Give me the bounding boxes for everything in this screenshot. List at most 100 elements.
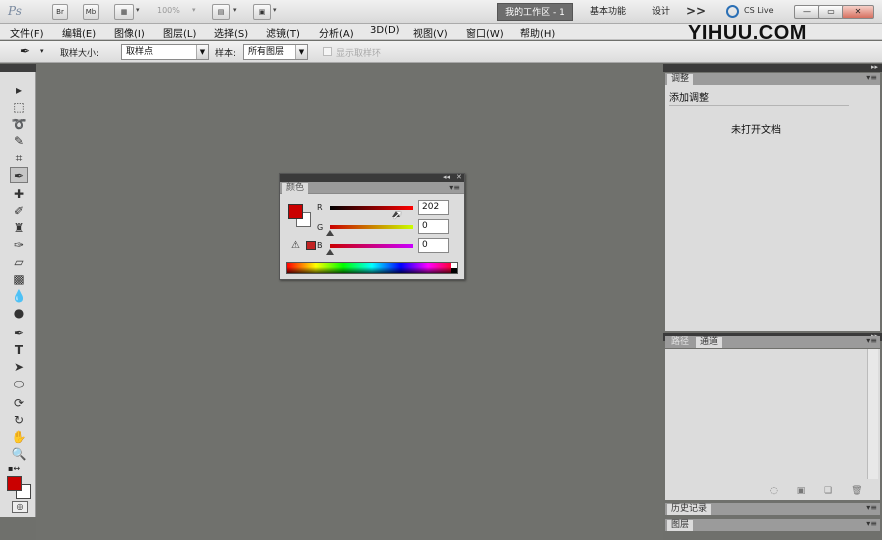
close-button[interactable]: ✕ <box>842 5 874 19</box>
expand-icon[interactable]: ▸▸ <box>871 63 878 71</box>
b-slider[interactable] <box>330 244 413 248</box>
healing-brush-icon[interactable]: ✚ <box>10 186 28 202</box>
clone-stamp-icon[interactable]: ♜ <box>10 220 28 236</box>
menu-select[interactable]: 选择(S) <box>214 25 248 40</box>
new-channel-icon[interactable]: ❏ <box>824 486 832 496</box>
panel-menu-icon[interactable]: ▾≡ <box>866 503 877 512</box>
close-icon[interactable]: ✕ <box>456 173 462 181</box>
foreground-color-swatch[interactable] <box>288 204 303 219</box>
tab-paths[interactable]: 路径 <box>667 337 693 348</box>
quick-mask-icon[interactable]: ◎ <box>12 501 28 513</box>
3d-orbit-icon[interactable]: ↻ <box>10 412 28 428</box>
menu-view[interactable]: 视图(V) <box>413 25 448 40</box>
cs-live-button[interactable]: CS Live <box>744 6 774 15</box>
r-value-field[interactable]: 202 <box>418 200 449 215</box>
workspace-design[interactable]: 设计 <box>646 3 676 21</box>
gamut-color-swatch[interactable] <box>306 241 316 250</box>
panel-menu-icon[interactable]: ▾≡ <box>449 183 460 192</box>
zoom-icon[interactable]: 🔍 <box>10 446 28 462</box>
g-slider[interactable] <box>330 225 413 229</box>
3d-rotate-icon[interactable]: ⟳ <box>10 395 28 411</box>
b-value-field[interactable]: 0 <box>418 238 449 253</box>
tab-color[interactable]: 颜色 <box>282 183 309 194</box>
minimize-button[interactable]: — <box>794 5 820 19</box>
history-brush-icon[interactable]: ✑ <box>10 237 28 253</box>
g-slider-thumb[interactable] <box>326 230 334 236</box>
screen-mode-icon[interactable]: ▣ <box>253 4 271 20</box>
tab-channels[interactable]: 通道 <box>696 337 723 348</box>
show-ring-checkbox[interactable] <box>323 47 332 56</box>
foreground-color-swatch[interactable] <box>7 476 22 491</box>
scrollbar[interactable] <box>867 349 878 479</box>
tab-layers[interactable]: 图层 <box>667 520 694 531</box>
restore-button[interactable]: ▭ <box>818 5 844 19</box>
panel-header[interactable]: ◂◂ ✕ <box>280 173 464 182</box>
menu-image[interactable]: 图像(I) <box>114 25 145 40</box>
tab-adjustments[interactable]: 调整 <box>667 74 694 85</box>
menu-layer[interactable]: 图层(L) <box>163 25 196 40</box>
sample-size-label: 取样大小: <box>60 49 100 59</box>
load-selection-icon[interactable]: ◌ <box>770 486 778 496</box>
blur-icon[interactable]: 💧 <box>10 288 28 304</box>
tool-preset-dropdown-icon[interactable]: ▾ <box>40 47 44 55</box>
panel-menu-icon[interactable]: ▾≡ <box>866 519 877 528</box>
type-icon[interactable]: T <box>10 342 28 358</box>
trash-icon[interactable]: 🗑 <box>851 486 862 496</box>
panel-tabbar: 颜色 ▾≡ <box>280 182 464 194</box>
hand-icon[interactable]: ✋ <box>10 429 28 445</box>
menu-file[interactable]: 文件(F) <box>10 25 44 40</box>
zoom-dropdown-icon[interactable]: ▾ <box>192 6 196 14</box>
menu-analysis[interactable]: 分析(A) <box>319 25 354 40</box>
b-slider-thumb[interactable] <box>326 249 334 255</box>
menu-edit[interactable]: 编辑(E) <box>62 25 96 40</box>
collapse-icon[interactable]: ◂◂ <box>443 173 450 181</box>
adjustments-panel: 添加调整 未打开文档 <box>665 85 880 331</box>
workspace-my-1[interactable]: 我的工作区 - 1 <box>497 3 573 21</box>
black-swatch[interactable] <box>451 268 457 273</box>
eyedropper-icon[interactable]: ✒ <box>10 167 28 183</box>
g-value-field[interactable]: 0 <box>418 219 449 234</box>
panel-menu-icon[interactable]: ▾≡ <box>866 336 877 345</box>
history-tabbar: 历史记录 ▾≡ <box>665 503 880 515</box>
crop-icon[interactable]: ⌗ <box>10 150 28 166</box>
color-spectrum-bar[interactable] <box>286 262 458 274</box>
save-selection-icon[interactable]: ▣ <box>797 486 806 496</box>
menu-filter[interactable]: 滤镜(T) <box>266 25 300 40</box>
move-icon[interactable]: ▸ <box>10 82 28 98</box>
sample-select[interactable]: 所有图层 ▼ <box>243 44 308 60</box>
eraser-icon[interactable]: ▱ <box>10 254 28 270</box>
rect-marquee-icon[interactable]: ⬚ <box>10 99 28 115</box>
gamut-warning-icon[interactable]: ⚠ <box>291 240 300 251</box>
lasso-icon[interactable]: ➰ <box>10 116 28 132</box>
mouse-pointer-icon: ➚ <box>392 208 403 223</box>
chevron-down-icon[interactable]: ▾ <box>273 6 277 14</box>
arrange-documents-icon[interactable]: ▤ <box>212 4 230 20</box>
zoom-level[interactable]: 100% <box>157 6 180 15</box>
menu-window[interactable]: 窗口(W) <box>466 25 504 40</box>
mini-bridge-button[interactable]: Mb <box>83 4 99 20</box>
more-workspaces-button[interactable]: >> <box>686 4 706 18</box>
pen-icon[interactable]: ✒ <box>10 325 28 341</box>
tab-history[interactable]: 历史记录 <box>667 504 712 515</box>
sample-size-select[interactable]: 取样点 ▼ <box>121 44 209 60</box>
default-colors-icon[interactable]: ▪↔ <box>8 464 20 473</box>
view-extras-icon[interactable]: ▦ <box>114 4 134 20</box>
dodge-icon[interactable]: ● <box>10 305 28 321</box>
eyedropper-icon[interactable]: ✒ <box>20 44 30 58</box>
ellipse-shape-icon[interactable]: ⬭ <box>10 376 28 392</box>
panel-menu-icon[interactable]: ▾≡ <box>866 73 877 82</box>
quick-select-icon[interactable]: ✎ <box>10 133 28 149</box>
chevron-down-icon[interactable]: ▾ <box>233 6 237 14</box>
tools-panel-header[interactable] <box>0 64 36 72</box>
path-select-icon[interactable]: ➤ <box>10 359 28 375</box>
workspace-essentials[interactable]: 基本功能 <box>583 3 633 21</box>
dock-header[interactable]: ▸▸ <box>663 63 882 72</box>
chevron-down-icon[interactable]: ▾ <box>136 6 140 14</box>
brush-icon[interactable]: ✐ <box>10 203 28 219</box>
bridge-button[interactable]: Br <box>52 4 68 20</box>
g-label: G <box>317 223 324 232</box>
menu-3d[interactable]: 3D(D) <box>370 25 400 36</box>
menu-help[interactable]: 帮助(H) <box>520 25 555 40</box>
app-bar: Ps Br Mb ▦ ▾ 100% ▾ ▤ ▾ ▣ ▾ 我的工作区 - 1 基本… <box>0 0 882 24</box>
gradient-icon[interactable]: ▩ <box>10 271 28 287</box>
